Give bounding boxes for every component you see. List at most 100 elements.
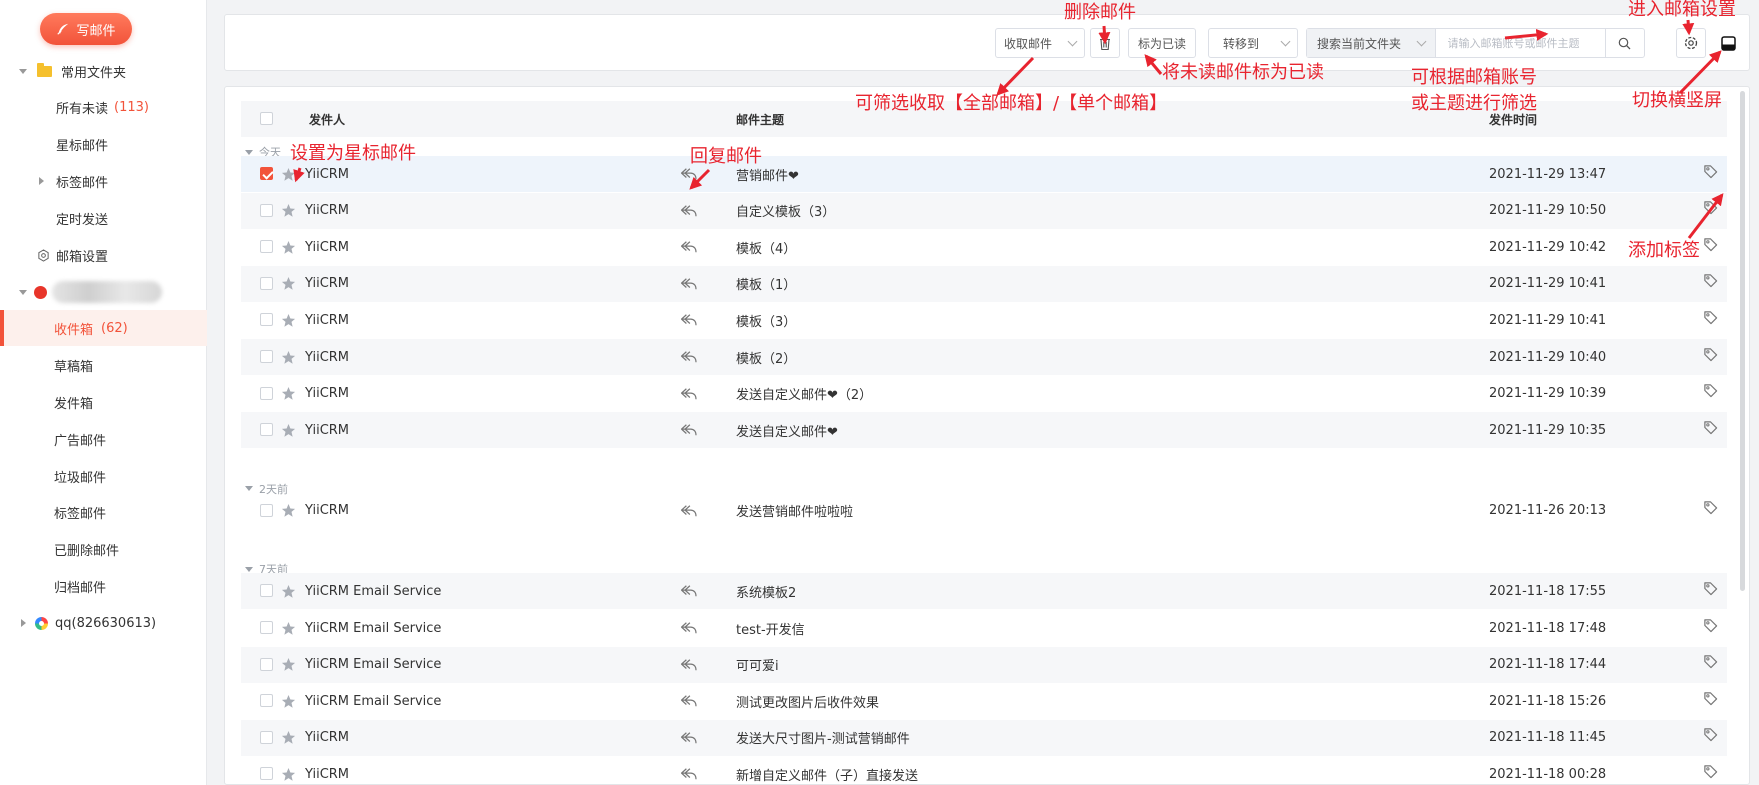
tag-icon[interactable] bbox=[1703, 226, 1718, 262]
reply-icon[interactable] bbox=[680, 573, 698, 609]
star-icon[interactable] bbox=[281, 720, 296, 756]
table-row[interactable]: YiiCRM 自定义模板（3） 2021-11-29 10:50 bbox=[241, 190, 1727, 229]
sidebar-item-archived[interactable]: 归档邮件 bbox=[0, 568, 207, 604]
caret-right-icon[interactable] bbox=[39, 177, 44, 185]
caret-right-icon[interactable] bbox=[21, 619, 26, 627]
tag-icon[interactable] bbox=[1703, 336, 1718, 372]
table-row[interactable]: YiiCRM 模板（3） 2021-11-29 10:41 bbox=[241, 302, 1727, 338]
star-icon[interactable] bbox=[281, 573, 296, 609]
sidebar-item-inbox[interactable]: 收件箱 (62) bbox=[0, 310, 207, 346]
row-checkbox[interactable] bbox=[260, 621, 273, 634]
tag-icon[interactable] bbox=[1703, 753, 1718, 784]
reply-icon[interactable] bbox=[680, 720, 698, 756]
sidebar-item-mail-settings[interactable]: 邮箱设置 bbox=[0, 237, 207, 273]
mark-read-button[interactable]: 标为已读 bbox=[1128, 28, 1196, 58]
reply-icon[interactable] bbox=[680, 683, 698, 719]
star-icon[interactable] bbox=[281, 339, 296, 375]
reply-icon[interactable] bbox=[680, 376, 698, 412]
fetch-mail-dropdown[interactable]: 收取邮件 bbox=[995, 28, 1085, 58]
tag-icon[interactable] bbox=[1703, 717, 1718, 753]
sidebar-item-ads[interactable]: 广告邮件 bbox=[0, 421, 207, 457]
reply-icon[interactable] bbox=[680, 339, 698, 375]
tag-icon[interactable] bbox=[1703, 373, 1718, 409]
search-input[interactable] bbox=[1435, 29, 1605, 57]
sidebar-common-folders[interactable]: 常用文件夹 bbox=[0, 53, 207, 89]
sidebar-item-sent[interactable]: 发件箱 bbox=[0, 384, 207, 420]
star-icon[interactable] bbox=[281, 683, 296, 719]
sidebar-item-starred[interactable]: 星标邮件 bbox=[0, 126, 207, 162]
reply-icon[interactable] bbox=[680, 647, 698, 683]
row-checkbox[interactable] bbox=[260, 167, 273, 180]
compose-button[interactable]: 写邮件 bbox=[40, 13, 132, 45]
table-row[interactable]: YiiCRM 模板（1） 2021-11-29 10:41 bbox=[241, 263, 1727, 302]
table-row[interactable]: YiiCRM 发送大尺寸图片-测试营销邮件 2021-11-18 11:45 bbox=[241, 717, 1727, 756]
tag-icon[interactable] bbox=[1703, 607, 1718, 643]
sidebar-item-drafts[interactable]: 草稿箱 bbox=[0, 347, 207, 383]
star-icon[interactable] bbox=[281, 647, 296, 683]
sidebar-item-scheduled[interactable]: 定时发送 bbox=[0, 200, 207, 236]
table-row[interactable]: YiiCRM 模板（4） 2021-11-29 10:42 bbox=[241, 229, 1727, 265]
reply-icon[interactable] bbox=[680, 756, 698, 784]
row-checkbox[interactable] bbox=[260, 730, 273, 744]
sidebar-item-all-unread[interactable]: 所有未读 (113) bbox=[0, 89, 207, 125]
layout-toggle-button[interactable] bbox=[1713, 28, 1743, 58]
table-row[interactable]: YiiCRM Email Service test-开发信 2021-11-18 1… bbox=[241, 610, 1727, 646]
tag-icon[interactable] bbox=[1703, 644, 1718, 680]
row-checkbox[interactable] bbox=[260, 694, 273, 708]
table-row[interactable]: YiiCRM 发送自定义邮件❤（2） 2021-11-29 10:39 bbox=[241, 376, 1727, 412]
star-icon[interactable] bbox=[281, 493, 296, 529]
row-checkbox[interactable] bbox=[260, 313, 273, 327]
table-row[interactable]: YiiCRM 发送营销邮件啦啦啦 2021-11-26 20:13 bbox=[241, 493, 1727, 529]
row-checkbox[interactable] bbox=[260, 767, 273, 781]
caret-down-icon[interactable] bbox=[19, 289, 27, 295]
table-row[interactable]: YiiCRM Email Service 系统模板2 2021-11-18 17:5… bbox=[241, 570, 1727, 610]
caret-down-icon[interactable] bbox=[19, 68, 27, 74]
row-checkbox[interactable] bbox=[260, 203, 273, 217]
table-row[interactable]: YiiCRM 模板（2） 2021-11-29 10:40 bbox=[241, 339, 1727, 375]
row-checkbox[interactable] bbox=[260, 423, 273, 437]
sidebar-account-qq[interactable]: qq(826630613) bbox=[0, 605, 207, 641]
star-icon[interactable] bbox=[281, 302, 296, 338]
delete-button[interactable] bbox=[1090, 28, 1120, 58]
table-row[interactable]: YiiCRM 发送自定义邮件❤ 2021-11-29 10:35 bbox=[241, 409, 1727, 449]
row-checkbox[interactable] bbox=[260, 240, 273, 254]
reply-icon[interactable] bbox=[680, 193, 698, 229]
tag-icon[interactable] bbox=[1703, 153, 1718, 189]
row-checkbox[interactable] bbox=[260, 350, 273, 363]
reply-icon[interactable] bbox=[680, 302, 698, 338]
row-checkbox[interactable] bbox=[260, 503, 273, 517]
sidebar-account-blurred[interactable] bbox=[0, 274, 207, 310]
table-row[interactable]: YiiCRM Email Service 可可爱i 2021-11-18 17:44 bbox=[241, 644, 1727, 683]
tag-icon[interactable] bbox=[1703, 263, 1718, 299]
tag-icon[interactable] bbox=[1703, 190, 1718, 226]
table-row[interactable]: YiiCRM 营销邮件❤ 2021-11-29 13:47 bbox=[241, 156, 1727, 192]
reply-icon[interactable] bbox=[680, 266, 698, 302]
caret-down-icon[interactable] bbox=[245, 566, 253, 572]
tag-icon[interactable] bbox=[1703, 409, 1718, 445]
table-row[interactable]: YiiCRM 新增自定义邮件（子）直接发送 2021-11-18 00:28 bbox=[241, 753, 1727, 784]
reply-icon[interactable] bbox=[680, 493, 698, 529]
tag-icon[interactable] bbox=[1703, 299, 1718, 335]
star-icon[interactable] bbox=[281, 193, 296, 229]
tag-icon[interactable] bbox=[1703, 680, 1718, 716]
row-checkbox[interactable] bbox=[260, 276, 273, 290]
scrollbar[interactable] bbox=[1740, 91, 1745, 591]
tag-icon[interactable] bbox=[1703, 570, 1718, 606]
tag-icon[interactable] bbox=[1703, 490, 1718, 526]
reply-icon[interactable] bbox=[680, 229, 698, 265]
caret-down-icon[interactable] bbox=[245, 149, 253, 155]
reply-icon[interactable] bbox=[680, 610, 698, 646]
sidebar-item-tagged[interactable]: 标签邮件 bbox=[0, 163, 207, 199]
search-button[interactable] bbox=[1604, 29, 1644, 57]
move-to-dropdown[interactable]: 转移到 bbox=[1208, 28, 1298, 58]
row-checkbox[interactable] bbox=[260, 584, 273, 598]
star-icon[interactable] bbox=[281, 412, 296, 448]
select-all-checkbox[interactable] bbox=[260, 112, 273, 125]
star-icon[interactable] bbox=[281, 610, 296, 646]
star-icon[interactable] bbox=[281, 376, 296, 412]
reply-icon[interactable] bbox=[680, 412, 698, 448]
mail-settings-button[interactable] bbox=[1676, 28, 1706, 58]
star-icon[interactable] bbox=[281, 229, 296, 265]
search-scope-dropdown[interactable]: 搜索当前文件夹 bbox=[1307, 29, 1436, 57]
star-icon[interactable] bbox=[281, 756, 296, 784]
